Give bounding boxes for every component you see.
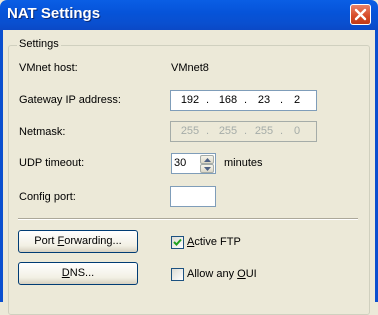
gateway-ip-octet-4[interactable]: 2 — [282, 94, 312, 106]
config-port-input[interactable] — [170, 186, 216, 207]
active-ftp-label[interactable]: Active FTP — [187, 236, 241, 248]
udp-timeout-label: UDP timeout: — [19, 157, 85, 169]
netmask-octet-1: 255 — [180, 125, 200, 137]
netmask-octet-4: 0 — [293, 125, 301, 137]
netmask-field: 255 . 255 . 255 . 0 — [170, 121, 317, 142]
netmask-octet-3: 255 — [254, 125, 274, 137]
close-button[interactable] — [350, 4, 371, 25]
allow-any-oui-label-pre: Allow any — [187, 268, 238, 280]
separator — [18, 218, 358, 220]
config-port-label: Config port: — [19, 191, 76, 203]
dns-label-post: NS... — [69, 267, 95, 279]
window-frame-left — [0, 30, 3, 302]
gateway-ip-label: Gateway IP address: — [19, 94, 121, 106]
netmask-label: Netmask: — [19, 126, 66, 138]
allow-any-oui-mnemonic: O — [237, 268, 246, 280]
allow-any-oui-label-post: UI — [245, 268, 257, 280]
gateway-ip-octet-3[interactable]: 23 — [249, 94, 279, 106]
ip-dot: . — [244, 125, 248, 137]
port-forwarding-button[interactable]: Port Forwarding... — [18, 230, 138, 253]
ip-dot: . — [206, 94, 210, 106]
active-ftp-label-post: ctive FTP — [194, 236, 241, 248]
udp-timeout-unit: minutes — [224, 157, 263, 169]
udp-timeout-stepper[interactable] — [199, 153, 216, 174]
ip-dot: . — [206, 125, 210, 137]
window-title: NAT Settings — [7, 5, 101, 22]
netmask-octet-2: 255 — [218, 125, 238, 137]
allow-any-oui-label[interactable]: Allow any OUI — [187, 268, 257, 280]
settings-group-label: Settings — [17, 38, 61, 50]
allow-any-oui-checkbox[interactable] — [171, 268, 184, 281]
gateway-ip-octet-1[interactable]: 192 — [175, 94, 205, 106]
gateway-ip-field[interactable]: 192 . 168 . 23 . 2 — [170, 90, 317, 111]
port-forwarding-label-pre: Port — [34, 235, 58, 247]
udp-timeout-input[interactable]: 30 — [171, 153, 199, 174]
spin-down-button[interactable] — [200, 164, 214, 173]
vmnet-host-label: VMnet host: — [19, 62, 78, 74]
ip-dot: . — [244, 94, 248, 106]
arrow-down-icon — [204, 167, 211, 171]
active-ftp-checkbox[interactable] — [171, 236, 184, 249]
gateway-ip-octet-2[interactable]: 168 — [213, 94, 243, 106]
dns-button[interactable]: DNS... — [18, 262, 138, 285]
close-icon — [354, 8, 367, 21]
vmnet-host-value: VMnet8 — [171, 62, 209, 74]
spin-up-button[interactable] — [200, 155, 214, 164]
udp-timeout-value: 30 — [174, 157, 187, 169]
title-bar: NAT Settings — [0, 0, 378, 30]
arrow-up-icon — [204, 158, 211, 162]
checkmark-icon — [173, 238, 182, 246]
dns-mnemonic: D — [61, 267, 70, 279]
port-forwarding-label-post: orwarding... — [64, 235, 122, 247]
